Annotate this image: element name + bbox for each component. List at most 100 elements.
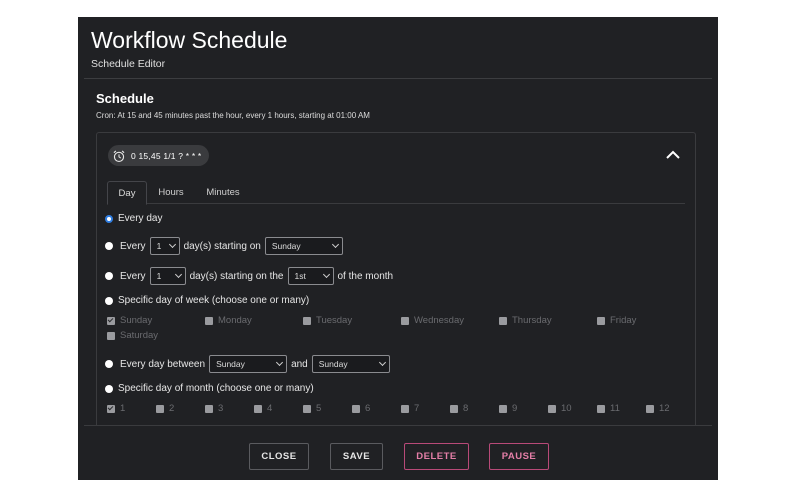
between-from-select[interactable]: Sunday	[209, 355, 288, 373]
every-day-radio[interactable]	[105, 214, 113, 223]
checkbox[interactable]	[205, 316, 213, 325]
month-day-label: 7	[414, 403, 420, 414]
month-day-label: 11	[610, 403, 620, 414]
schedule-tabs: Day Hours Minutes	[107, 181, 685, 205]
close-button[interactable]: CLOSE	[249, 443, 309, 470]
option-specific-week[interactable]: Specific day of week (choose one or many…	[105, 295, 309, 306]
chevron-down-icon	[322, 270, 330, 279]
chevron-down-icon	[331, 240, 339, 249]
month-day-checkbox-2[interactable]: 2	[156, 403, 174, 414]
between-and-label: and	[291, 358, 308, 370]
start-day-value: Sunday	[271, 241, 301, 251]
specific-week-label: Specific day of week (choose one or many…	[118, 295, 310, 306]
checkbox[interactable]	[450, 404, 458, 413]
month-day-checkbox-10[interactable]: 10	[548, 403, 572, 414]
weekday-checkbox-sunday[interactable]: Sunday	[107, 315, 152, 326]
checkbox[interactable]	[254, 404, 262, 413]
every-n-days-month-radio[interactable]	[105, 272, 113, 280]
weekday-checkbox-saturday[interactable]: Saturday	[107, 330, 158, 341]
schedule-section[interactable]: Schedule Cron: At 15 and 45 minutes past…	[84, 79, 712, 425]
every-n-days-month-interval-select[interactable]: 1	[149, 267, 186, 285]
pause-button[interactable]: PAUSE	[489, 443, 549, 470]
every-n-days-radio[interactable]	[105, 242, 113, 250]
start-day-select[interactable]: Sunday	[264, 237, 343, 255]
month-day-label: 4	[267, 403, 273, 414]
weekday-checkbox-wednesday[interactable]: Wednesday	[401, 315, 464, 326]
option-between[interactable]: Every day between Sunday and Sunday	[105, 355, 392, 373]
tab-hours[interactable]: Hours	[150, 181, 192, 204]
checkbox[interactable]	[303, 404, 311, 413]
footer-divider	[84, 425, 712, 426]
cron-description: Cron: At 15 and 45 minutes past the hour…	[96, 111, 370, 120]
every-n-days-month-interval-value: 1	[156, 271, 162, 281]
option-every-n-days[interactable]: Every 1 day(s) starting on Sunday	[105, 237, 345, 255]
between-from-value: Sunday	[216, 359, 245, 369]
month-day-checkbox-5[interactable]: 5	[303, 403, 321, 414]
weekday-label: Wednesday	[414, 315, 464, 326]
month-day-checkbox-11[interactable]: 11	[597, 403, 620, 414]
between-to-value: Sunday	[318, 359, 348, 369]
dialog-header: Workflow Schedule Schedule Editor	[78, 17, 718, 79]
option-specific-month[interactable]: Specific day of month (choose one or man…	[105, 383, 314, 394]
dialog-subtitle: Schedule Editor	[91, 58, 166, 70]
every-n-days-month-suffix: of the month	[337, 270, 394, 282]
month-day-label: 8	[463, 403, 469, 414]
checkbox[interactable]	[646, 404, 654, 413]
month-day-label: 2	[169, 403, 175, 414]
between-to-select[interactable]: Sunday	[311, 355, 390, 373]
between-radio[interactable]	[105, 360, 113, 368]
weekday-checkbox-friday[interactable]: Friday	[597, 315, 636, 326]
checkbox[interactable]	[499, 404, 507, 413]
month-day-checkbox-8[interactable]: 8	[450, 403, 468, 414]
checkbox[interactable]	[107, 316, 115, 325]
checkbox[interactable]	[303, 316, 311, 325]
option-every-day[interactable]: Every day	[105, 213, 162, 224]
specific-month-radio[interactable]	[105, 384, 113, 393]
every-n-days-interval-value: 1	[156, 241, 162, 251]
month-day-label: 10	[561, 403, 572, 414]
tab-day[interactable]: Day	[107, 181, 147, 205]
specific-week-radio[interactable]	[105, 296, 113, 305]
chevron-up-icon[interactable]	[665, 148, 681, 162]
checkbox[interactable]	[107, 404, 115, 413]
checkbox[interactable]	[597, 404, 605, 413]
month-day-checkbox-6[interactable]: 6	[352, 403, 370, 414]
month-day-checkbox-4[interactable]: 4	[254, 403, 272, 414]
month-day-checkbox-7[interactable]: 7	[401, 403, 419, 414]
month-day-checkbox-1[interactable]: 1	[107, 403, 125, 414]
checkbox[interactable]	[352, 404, 360, 413]
checkbox[interactable]	[107, 331, 115, 340]
dialog-title: Workflow Schedule	[91, 27, 288, 53]
weekday-checkbox-monday[interactable]: Monday	[205, 315, 252, 326]
cron-expression: 0 15,45 1/1 ? * * *	[131, 150, 202, 161]
weekday-label: Monday	[218, 315, 252, 326]
delete-button[interactable]: DELETE	[404, 443, 469, 470]
tab-minutes[interactable]: Minutes	[197, 181, 249, 204]
cron-expression-chip: 0 15,45 1/1 ? * * *	[108, 145, 210, 166]
month-day-checkbox-12[interactable]: 12	[646, 403, 670, 414]
save-button[interactable]: SAVE	[330, 443, 383, 470]
checkbox[interactable]	[156, 404, 164, 413]
checkbox[interactable]	[401, 316, 409, 325]
weekday-label: Friday	[610, 315, 637, 326]
checkbox[interactable]	[205, 404, 213, 413]
checkbox[interactable]	[401, 404, 409, 413]
month-day-label: 12	[659, 403, 670, 414]
option-every-n-days-month[interactable]: Every 1 day(s) starting on the 1st of th…	[105, 267, 395, 285]
month-day-label: 6	[365, 403, 371, 414]
every-n-days-mid: day(s) starting on	[183, 240, 261, 252]
month-day-checkbox-9[interactable]: 9	[499, 403, 517, 414]
checkbox[interactable]	[548, 404, 556, 413]
every-day-label: Every day	[118, 213, 163, 224]
weekday-label: Thursday	[512, 315, 552, 326]
cron-editor-panel: 0 15,45 1/1 ? * * * Day Hours Minutes Ev…	[96, 132, 696, 425]
start-date-select[interactable]: 1st	[287, 267, 334, 285]
every-n-days-interval-select[interactable]: 1	[149, 237, 180, 255]
month-day-checkbox-3[interactable]: 3	[205, 403, 223, 414]
specific-month-label: Specific day of month (choose one or man…	[118, 383, 314, 394]
weekday-checkbox-thursday[interactable]: Thursday	[499, 315, 552, 326]
weekday-checkbox-tuesday[interactable]: Tuesday	[303, 315, 352, 326]
checkbox[interactable]	[499, 316, 507, 325]
weekday-label: Saturday	[120, 330, 159, 341]
checkbox[interactable]	[597, 316, 605, 325]
